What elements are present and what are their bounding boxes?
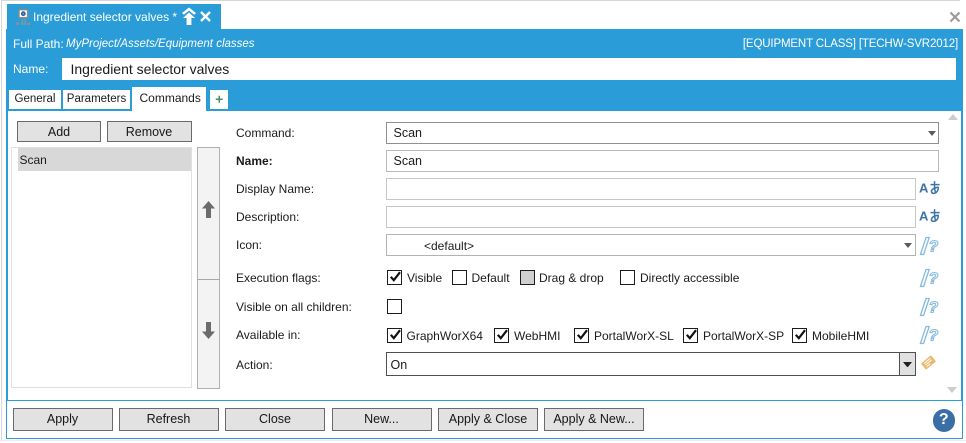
svg-text:?: ? xyxy=(929,300,939,317)
svg-text:?: ? xyxy=(929,239,939,256)
svg-text:?: ? xyxy=(929,328,939,345)
svg-text:A: A xyxy=(919,181,929,196)
svg-text:?: ? xyxy=(929,271,939,288)
svg-text:A: A xyxy=(919,209,929,224)
